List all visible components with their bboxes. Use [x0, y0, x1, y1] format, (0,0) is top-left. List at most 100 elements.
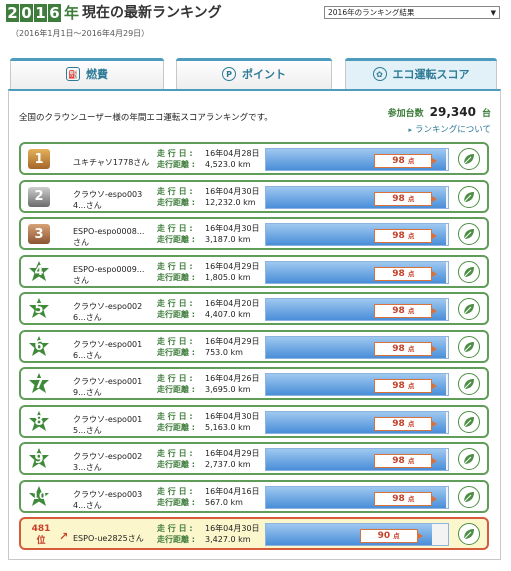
rank-star-badge: 6 [28, 335, 50, 358]
leaf-icon[interactable] [458, 148, 480, 170]
chevron-down-icon: ▼ [490, 9, 496, 17]
score-unit: 点 [407, 307, 415, 315]
drive-date-label: 走 行 日 : [157, 299, 193, 308]
about-ranking-link[interactable]: ランキングについて [408, 123, 491, 135]
tab-top-bar [10, 58, 164, 61]
leaf-icon[interactable] [458, 298, 480, 320]
user-name[interactable]: クラウソ-espo0015...さん [73, 414, 151, 436]
leaf-icon[interactable] [458, 410, 480, 433]
drive-date-label: 走 行 日 : [157, 186, 193, 196]
score-bar: 98 点 [265, 485, 449, 509]
drive-meta: 走 行 日 : 16年04月20日走行距離 : 4,407.0 km [157, 298, 260, 320]
user-name[interactable]: ユキチャソ1778さん [73, 157, 151, 168]
score-value: 98 点 [374, 304, 438, 318]
drive-date-value: 16年04月30日 [205, 224, 260, 233]
drive-meta: 走 行 日 : 16年04月29日 走行距離 : 1,805.0 km [157, 261, 260, 283]
drive-date-label: 走 行 日 : [157, 486, 193, 496]
drive-meta: 走 行 日 : 16年04月16日 走行距離 : 567.0 km [157, 486, 260, 508]
drive-date-line: 走 行 日 : 16年04月20日 [157, 298, 260, 309]
arrow-up-right-icon: ↗ [59, 530, 69, 543]
user-name[interactable]: クラウソ-espo0026...さん [73, 301, 151, 323]
year-select[interactable]: 2016年のランキング結果 ▼ [324, 6, 500, 19]
drive-distance-value: 5,163.0 km [205, 422, 251, 432]
score-unit: 点 [407, 344, 415, 353]
score-unit: 点 [407, 419, 415, 428]
rank-number: 1 [34, 151, 44, 167]
tab-fuel[interactable]: ⛽ 燃費 [10, 58, 164, 89]
score-number: 98 [392, 306, 405, 316]
score-number: 98 [392, 231, 405, 241]
drive-distance-line: 走行距離 : 753.0 km [157, 347, 260, 358]
drive-distance-line: 走行距離 : 3,427.0 km [157, 534, 260, 545]
drive-date-value: 16年04月30日 [205, 186, 260, 196]
user-name[interactable]: ESPO-espo0009...さん [73, 264, 151, 286]
year-kanji: 年 [64, 4, 80, 22]
tab-label: 燃費 [86, 68, 108, 81]
ranking-row: 2 クラウソ-espo0034...さん走 行 日 : 16年04月30日 走行距離 … [19, 179, 489, 213]
drive-date-value: 16年04月20日 [205, 299, 260, 308]
drive-distance-label: 走行距離 : [157, 160, 195, 169]
score-unit: 点 [407, 457, 415, 465]
drive-distance-line: 走行距離 : 3,187.0 km [157, 234, 260, 245]
year-digit: 2 [6, 4, 19, 22]
rank-number: 3 [34, 226, 44, 242]
tab-eco-score[interactable]: ✿ エコ運転スコア [345, 58, 497, 89]
drive-date-line: 走 行 日 : 16年04月30日 [157, 523, 260, 534]
drive-date-label: 走 行 日 : [157, 524, 193, 533]
drive-distance-label: 走行距離 : [157, 310, 195, 319]
ranking-row: 10 クラウソ-espo0034...さん走 行 日 : 16年04月16日 走行距離… [19, 479, 489, 513]
rank-number: 5 [34, 301, 44, 317]
score-number: 98 [392, 156, 405, 166]
leaf-icon[interactable] [458, 523, 480, 545]
user-name[interactable]: ESPO-ue2825さん [73, 533, 151, 544]
year-digit: 0 [20, 4, 33, 22]
score-number: 98 [392, 268, 405, 279]
tab-points[interactable]: P ポイント [176, 58, 332, 89]
year-digit: 1 [34, 4, 47, 22]
drive-distance-label: 走行距離 : [157, 385, 195, 394]
score-bar: 98 点 [265, 373, 449, 396]
ranking-row: 3 ESPO-espo0008...さん走 行 日 : 16年04月30日 走行距離 … [19, 217, 489, 250]
drive-date-line: 走 行 日 : 16年04月26日 [157, 373, 260, 384]
drive-date-value: 16年04月26日 [205, 374, 260, 383]
leaf-icon[interactable] [458, 185, 480, 208]
drive-meta: 走 行 日 : 16年04月29日 走行距離 : 2,737.0 km [157, 448, 260, 470]
drive-distance-value: 4,407.0 km [205, 310, 251, 319]
user-name[interactable]: クラウソ-espo0019...さん [73, 376, 151, 398]
ranking-row: 9 クラウソ-espo0023...さん走 行 日 : 16年04月29日 走行距離 … [19, 442, 489, 475]
score-number: 98 [392, 193, 405, 204]
points-icon: P [222, 67, 236, 81]
rank-medal-silver: 2 [28, 186, 50, 207]
drive-distance-value: 1,805.0 km [205, 272, 251, 282]
drive-date-value: 16年04月29日 [205, 449, 260, 458]
leaf-icon[interactable] [458, 373, 480, 395]
leaf-icon[interactable] [458, 223, 480, 245]
leaf-icon[interactable] [458, 485, 480, 508]
leaf-icon[interactable] [458, 448, 480, 470]
score-bar: 98 点 [265, 298, 449, 321]
drive-distance-line: 走行距離 : 567.0 km [157, 497, 260, 508]
leaf-icon[interactable] [458, 260, 480, 283]
user-name[interactable]: クラウソ-espo0016...さん [73, 339, 151, 361]
score-bar: 98 点 [265, 185, 449, 209]
ranking-row: 4 ESPO-espo0009...さん走 行 日 : 16年04月29日 走行距離 … [19, 254, 489, 288]
ranking-intro: 全国のクラウンユーザー様の年間エコ運転スコアランキングです。 [19, 113, 273, 123]
user-name[interactable]: ESPO-espo0008...さん [73, 226, 151, 248]
score-bar: 98 点 [265, 260, 449, 284]
user-name[interactable]: クラウソ-espo0034...さん [73, 489, 151, 511]
drive-date-line: 走 行 日 : 16年04月30日 [157, 223, 260, 234]
rank-number: 10 [32, 491, 46, 502]
ranking-row: 1 ユキチャソ1778さん走 行 日 : 16年04月28日 走行距離 : 4,523.… [19, 142, 489, 175]
rank-number: 9 [34, 451, 44, 467]
year-digit: 6 [48, 4, 61, 22]
score-value: 98 点 [374, 229, 438, 243]
score-number: 90 [377, 531, 391, 541]
score-unit: 点 [407, 194, 415, 203]
tab-label: エコ運転スコア [392, 68, 470, 81]
user-name[interactable]: クラウソ-espo0034...さん [73, 189, 151, 211]
score-bar: 98 点 [265, 410, 449, 434]
drive-date-value: 16年04月16日 [205, 486, 260, 496]
drive-meta: 走 行 日 : 16年04月29日 走行距離 : 753.0 km [157, 336, 260, 358]
leaf-icon[interactable] [458, 335, 480, 358]
user-name[interactable]: クラウソ-espo0023...さん [73, 451, 151, 473]
